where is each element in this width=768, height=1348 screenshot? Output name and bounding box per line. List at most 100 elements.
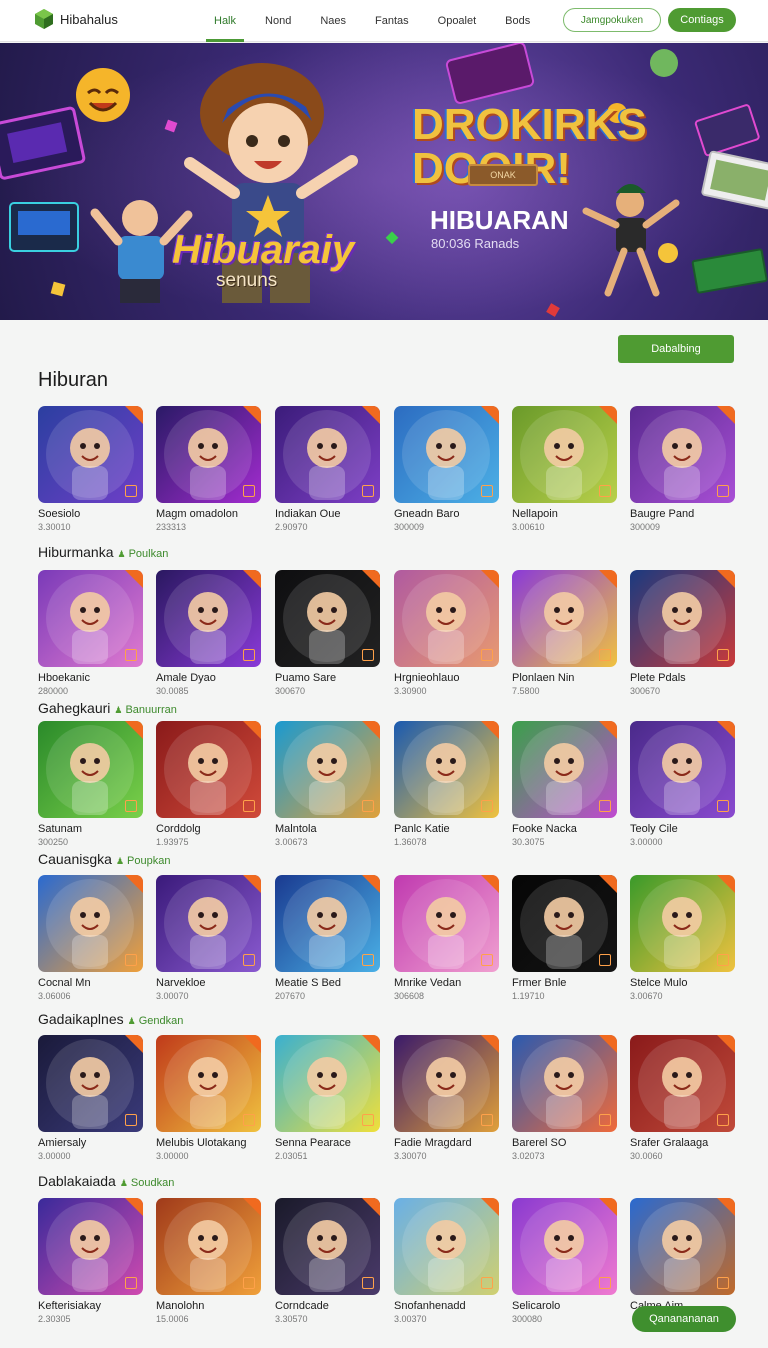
- game-thumbnail[interactable]: [38, 1035, 143, 1132]
- game-meta: 233313: [156, 522, 187, 532]
- hero-left-title: Hibuaraiy: [172, 228, 355, 272]
- game-meta: 3.30010: [38, 522, 71, 532]
- game-grid: Amiersaly 3.00000 Melubis Ulotakang 3.00000…: [38, 1035, 735, 1185]
- game-card[interactable]: Selicarolo 300080: [512, 1198, 617, 1324]
- game-card[interactable]: Manolohn 15.0006: [156, 1198, 261, 1324]
- dabalbing-button[interactable]: Dabalbing: [618, 335, 734, 363]
- game-thumbnail[interactable]: [156, 1198, 261, 1295]
- game-card[interactable]: Teoly Cile 3.00000: [630, 721, 735, 847]
- game-thumbnail[interactable]: [156, 721, 261, 818]
- game-thumbnail[interactable]: [630, 875, 735, 972]
- game-name: Panlc Katie: [394, 823, 450, 835]
- game-card[interactable]: Cocnal Mn 3.06006: [38, 875, 143, 1001]
- game-thumbnail[interactable]: [275, 570, 380, 667]
- game-grid: Cocnal Mn 3.06006 Narvekloe 3.00070 Meatie S…: [38, 875, 735, 1025]
- game-card[interactable]: Gneadn Baro 300009: [394, 406, 499, 532]
- game-card[interactable]: Corndcade 3.30570: [275, 1198, 380, 1324]
- game-thumbnail[interactable]: [38, 875, 143, 972]
- game-card[interactable]: Mnrike Vedan 306608: [394, 875, 499, 1001]
- game-card[interactable]: Srafer Gralaaga 30.0060: [630, 1035, 735, 1161]
- game-thumbnail[interactable]: [38, 721, 143, 818]
- game-card[interactable]: Melubis Ulotakang 3.00000: [156, 1035, 261, 1161]
- game-thumbnail[interactable]: [394, 1198, 499, 1295]
- play-icon: [599, 1114, 611, 1126]
- game-thumbnail[interactable]: [394, 570, 499, 667]
- game-card[interactable]: Panlc Katie 1.36078: [394, 721, 499, 847]
- game-thumbnail[interactable]: [156, 875, 261, 972]
- game-grid: Kefterisiakay 2.30305 Manolohn 15.0006 Cornd…: [38, 1198, 735, 1348]
- game-card[interactable]: Amiersaly 3.00000: [38, 1035, 143, 1161]
- game-card[interactable]: Magm omadolon 233313: [156, 406, 261, 532]
- game-card[interactable]: Senna Pearace 2.03051: [275, 1035, 380, 1161]
- game-card[interactable]: Corddolg 1.93975: [156, 721, 261, 847]
- play-icon: [243, 485, 255, 497]
- nav-item-nond[interactable]: Nond: [257, 0, 299, 42]
- hero-banner[interactable]: Hibuaraiy senuns DROKIRKS DOOIR! ONAK HI…: [0, 43, 768, 320]
- game-card[interactable]: Narvekloe 3.00070: [156, 875, 261, 1001]
- game-card[interactable]: Kefterisiakay 2.30305: [38, 1198, 143, 1324]
- game-card[interactable]: Nellapoin 3.00610: [512, 406, 617, 532]
- game-thumbnail[interactable]: [512, 721, 617, 818]
- nav-item-bods[interactable]: Bods: [497, 0, 538, 42]
- game-card[interactable]: Fadie Mragdard 3.30070: [394, 1035, 499, 1161]
- hero-subtitle: 80:036 Ranads: [431, 236, 520, 251]
- game-thumbnail[interactable]: [630, 570, 735, 667]
- game-thumbnail[interactable]: [38, 570, 143, 667]
- game-thumbnail[interactable]: [630, 721, 735, 818]
- play-icon: [717, 1277, 729, 1289]
- game-thumbnail[interactable]: [394, 1035, 499, 1132]
- game-thumbnail[interactable]: [394, 875, 499, 972]
- game-card[interactable]: Barerel SO 3.02073: [512, 1035, 617, 1161]
- game-card[interactable]: Meatie S Bed 207670: [275, 875, 380, 1001]
- game-card[interactable]: Puamo Sare 300670: [275, 570, 380, 696]
- contact-button[interactable]: Contiags: [668, 8, 736, 32]
- game-card[interactable]: Plete Pdals 300670: [630, 570, 735, 696]
- game-card[interactable]: Malntola 3.00673: [275, 721, 380, 847]
- game-thumbnail[interactable]: [630, 1198, 735, 1295]
- game-card[interactable]: Hrgnieohlauo 3.30900: [394, 570, 499, 696]
- register-button[interactable]: Jamgpokuken: [563, 8, 661, 32]
- play-icon: [125, 485, 137, 497]
- game-thumbnail[interactable]: [38, 1198, 143, 1295]
- game-card[interactable]: Frmer Bnle 1.19710: [512, 875, 617, 1001]
- game-thumbnail[interactable]: [156, 570, 261, 667]
- game-thumbnail[interactable]: [156, 406, 261, 503]
- game-card[interactable]: Amale Dyao 30.0085: [156, 570, 261, 696]
- game-card[interactable]: Baugre Pand 300009: [630, 406, 735, 532]
- game-card[interactable]: Indiakan Oue 2.90970: [275, 406, 380, 532]
- nav-item-naes[interactable]: Naes: [312, 0, 354, 42]
- game-thumbnail[interactable]: [512, 875, 617, 972]
- game-card[interactable]: Stelce Mulo 3.00670: [630, 875, 735, 1001]
- game-thumbnail[interactable]: [630, 406, 735, 503]
- game-thumbnail[interactable]: [275, 721, 380, 818]
- game-thumbnail[interactable]: [394, 721, 499, 818]
- game-thumbnail[interactable]: [275, 1198, 380, 1295]
- game-card[interactable]: Snofanhenadd 3.00370: [394, 1198, 499, 1324]
- game-card[interactable]: Fooke Nacka 30.3075: [512, 721, 617, 847]
- nav-item-fantas[interactable]: Fantas: [367, 0, 417, 42]
- game-thumbnail[interactable]: [512, 1198, 617, 1295]
- game-thumbnail[interactable]: [275, 406, 380, 503]
- nav-item-halk[interactable]: Halk: [206, 0, 245, 42]
- game-thumbnail[interactable]: [630, 1035, 735, 1132]
- game-thumbnail[interactable]: [275, 875, 380, 972]
- game-thumbnail[interactable]: [512, 406, 617, 503]
- game-thumbnail[interactable]: [394, 406, 499, 503]
- game-name: Plonlaen Nin: [512, 672, 575, 684]
- floating-action-button[interactable]: Qananananan: [632, 1306, 736, 1332]
- game-thumbnail[interactable]: [156, 1035, 261, 1132]
- play-icon: [243, 954, 255, 966]
- logo[interactable]: Hibahalus: [34, 8, 118, 30]
- game-card[interactable]: Calme Ajm: [630, 1198, 735, 1314]
- game-meta: 300670: [275, 686, 306, 696]
- game-card[interactable]: Hboekanic 280000: [38, 570, 143, 696]
- game-thumbnail[interactable]: [512, 570, 617, 667]
- game-card[interactable]: Satunam 300250: [38, 721, 143, 847]
- game-name: Corndcade: [275, 1300, 329, 1312]
- game-thumbnail[interactable]: [512, 1035, 617, 1132]
- game-card[interactable]: Soesiolo 3.30010: [38, 406, 143, 532]
- game-card[interactable]: Plonlaen Nin 7.5800: [512, 570, 617, 696]
- nav-item-opoalet[interactable]: Opoalet: [430, 0, 485, 42]
- game-thumbnail[interactable]: [38, 406, 143, 503]
- game-thumbnail[interactable]: [275, 1035, 380, 1132]
